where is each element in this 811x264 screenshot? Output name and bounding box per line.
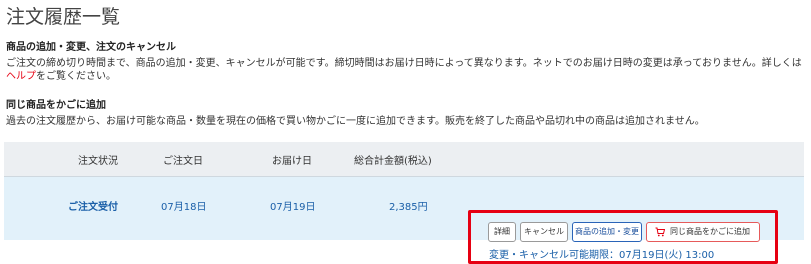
order-history-table: 注文状況 ご注文日 お届け日 総合計金額(税込) ご注文受付 07月18日 07… (4, 142, 804, 264)
edit-description-text: ご注文の締め切り時間まで、商品の追加・変更、キャンセルが可能です。締切時間はお届… (6, 58, 802, 69)
order-actions-highlight: 詳細 キャンセル 商品の追加・変更 同じ商品をかごに追加 変更・キャンセル可能期… (468, 210, 778, 264)
order-total: 2,385円 (389, 202, 428, 213)
column-header-status: 注文状況 (78, 156, 118, 167)
add-change-items-button[interactable]: 商品の追加・変更 (572, 222, 642, 242)
edit-description: ご注文の締め切り時間まで、商品の追加・変更、キャンセルが可能です。締切時間はお届… (6, 57, 806, 83)
cart-icon (655, 227, 665, 237)
change-cancel-deadline: 変更・キャンセル可能期限：07月19日(火) 13:00 (489, 250, 715, 261)
edit-description-tail: をご覧ください。 (36, 71, 116, 82)
add-same-items-to-cart-button[interactable]: 同じ商品をかごに追加 (646, 222, 760, 242)
cancel-order-button[interactable]: キャンセル (520, 222, 568, 242)
reorder-description: 過去の注文履歴から、お届け可能な商品・数量を現在の価格で買い物かごに一度に追加で… (6, 116, 705, 127)
table-header: 注文状況 ご注文日 お届け日 総合計金額(税込) (4, 142, 804, 177)
add-same-items-label: 同じ商品をかごに追加 (670, 227, 750, 236)
section-heading-edit: 商品の追加・変更、注文のキャンセル (6, 42, 176, 53)
column-header-order-date: ご注文日 (163, 156, 203, 167)
order-status: ご注文受付 (68, 202, 118, 213)
help-link[interactable]: ヘルプ (6, 71, 36, 82)
order-date: 07月18日 (161, 202, 207, 213)
table-row: ご注文受付 07月18日 07月19日 2,385円 詳細 キャンセル 商品の追… (4, 177, 804, 264)
page-title: 注文履歴一覧 (6, 6, 121, 28)
delivery-date: 07月19日 (270, 202, 316, 213)
column-header-delivery-date: お届け日 (272, 156, 312, 167)
detail-button[interactable]: 詳細 (488, 222, 516, 242)
column-header-total: 総合計金額(税込) (354, 156, 432, 167)
section-heading-reorder: 同じ商品をかごに追加 (6, 100, 106, 111)
